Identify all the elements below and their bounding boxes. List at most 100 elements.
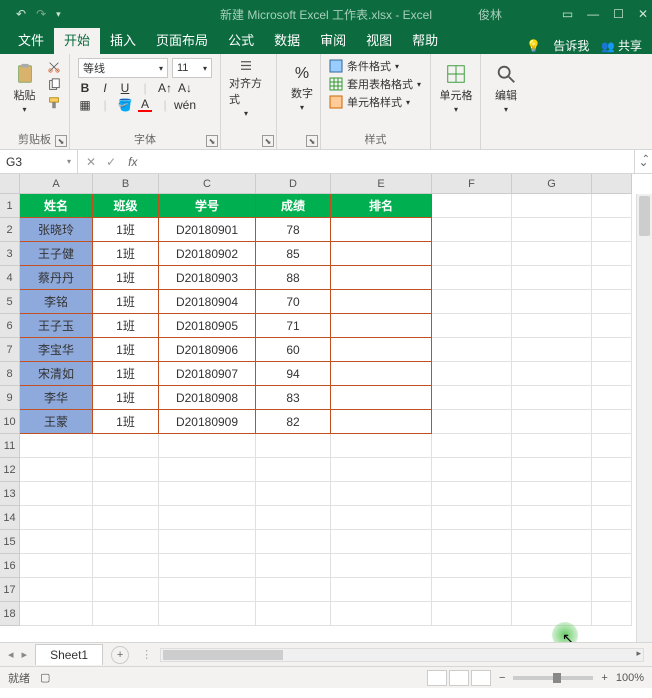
- cell-rank[interactable]: [331, 242, 432, 266]
- cell[interactable]: [432, 362, 512, 386]
- cell-class[interactable]: 1班: [93, 218, 159, 242]
- font-launcher[interactable]: ⬊: [206, 135, 218, 147]
- cell[interactable]: [512, 578, 592, 602]
- cell[interactable]: [256, 602, 331, 626]
- cell-id[interactable]: D20180903: [159, 266, 256, 290]
- tab-help[interactable]: 帮助: [402, 25, 448, 54]
- col-header-C[interactable]: C: [159, 174, 256, 194]
- cell[interactable]: [20, 458, 93, 482]
- col-header-E[interactable]: E: [331, 174, 432, 194]
- tab-data[interactable]: 数据: [264, 25, 310, 54]
- cell[interactable]: [20, 602, 93, 626]
- cell[interactable]: [256, 554, 331, 578]
- cell[interactable]: [331, 482, 432, 506]
- align-launcher[interactable]: ⬊: [262, 135, 274, 147]
- cell[interactable]: [512, 506, 592, 530]
- cell[interactable]: [159, 554, 256, 578]
- table-header[interactable]: 学号: [159, 194, 256, 218]
- cell-class[interactable]: 1班: [93, 386, 159, 410]
- fx-icon[interactable]: fx: [124, 155, 141, 169]
- cell[interactable]: [256, 434, 331, 458]
- cell[interactable]: [592, 554, 632, 578]
- cell[interactable]: [93, 530, 159, 554]
- tab-insert[interactable]: 插入: [100, 25, 146, 54]
- cell[interactable]: [20, 506, 93, 530]
- phonetic-button[interactable]: wén: [178, 98, 192, 112]
- cell-rank[interactable]: [331, 410, 432, 434]
- increase-font-icon[interactable]: A↑: [158, 81, 172, 95]
- cell[interactable]: [592, 290, 632, 314]
- cell[interactable]: [432, 578, 512, 602]
- ribbon-options-icon[interactable]: ▭: [562, 7, 573, 21]
- alignment-button[interactable]: 对齐方式 ▾: [229, 58, 263, 118]
- cell-score[interactable]: 85: [256, 242, 331, 266]
- cell[interactable]: [432, 434, 512, 458]
- format-painter-icon[interactable]: [47, 96, 61, 110]
- cell[interactable]: [592, 434, 632, 458]
- row-header[interactable]: 8: [0, 362, 20, 386]
- copy-icon[interactable]: [47, 78, 61, 92]
- cell[interactable]: [432, 386, 512, 410]
- cell[interactable]: [256, 530, 331, 554]
- row-header[interactable]: 17: [0, 578, 20, 602]
- zoom-in-button[interactable]: +: [601, 672, 607, 684]
- cell[interactable]: [592, 410, 632, 434]
- qat-dropdown-icon[interactable]: ▾: [56, 9, 61, 20]
- worksheet-grid[interactable]: ABCDEFG1姓名班级学号成绩排名2张晓玲1班D20180901783王子健1…: [0, 174, 652, 642]
- cell[interactable]: [93, 554, 159, 578]
- cell-rank[interactable]: [331, 362, 432, 386]
- cell[interactable]: [20, 554, 93, 578]
- cell[interactable]: [512, 386, 592, 410]
- cell[interactable]: [432, 482, 512, 506]
- cell-id[interactable]: D20180905: [159, 314, 256, 338]
- cell-class[interactable]: 1班: [93, 290, 159, 314]
- row-header[interactable]: 16: [0, 554, 20, 578]
- cell[interactable]: [331, 554, 432, 578]
- cell[interactable]: [432, 266, 512, 290]
- cell[interactable]: [93, 506, 159, 530]
- cell[interactable]: [159, 530, 256, 554]
- row-header[interactable]: 13: [0, 482, 20, 506]
- cell-class[interactable]: 1班: [93, 314, 159, 338]
- cell-name[interactable]: 王蒙: [20, 410, 93, 434]
- font-color-button[interactable]: A: [138, 98, 152, 112]
- enter-formula-icon[interactable]: ✓: [106, 155, 116, 169]
- cell[interactable]: [159, 482, 256, 506]
- formula-input[interactable]: [141, 150, 634, 173]
- cell[interactable]: [592, 578, 632, 602]
- add-sheet-button[interactable]: +: [111, 646, 129, 664]
- cell[interactable]: [432, 410, 512, 434]
- cell[interactable]: [592, 506, 632, 530]
- cell[interactable]: [159, 578, 256, 602]
- cell-name[interactable]: 宋清如: [20, 362, 93, 386]
- cell-id[interactable]: D20180901: [159, 218, 256, 242]
- tab-formulas[interactable]: 公式: [218, 25, 264, 54]
- cell[interactable]: [256, 458, 331, 482]
- page-layout-view-button[interactable]: [449, 670, 469, 686]
- row-header[interactable]: 12: [0, 458, 20, 482]
- cell[interactable]: [432, 506, 512, 530]
- sheet-tab-1[interactable]: Sheet1: [35, 644, 103, 665]
- row-header[interactable]: 2: [0, 218, 20, 242]
- cell[interactable]: [592, 362, 632, 386]
- cell[interactable]: [512, 290, 592, 314]
- col-header-D[interactable]: D: [256, 174, 331, 194]
- cell[interactable]: [592, 266, 632, 290]
- cell-id[interactable]: D20180902: [159, 242, 256, 266]
- cell[interactable]: [93, 434, 159, 458]
- tab-home[interactable]: 开始: [54, 25, 100, 54]
- normal-view-button[interactable]: [427, 670, 447, 686]
- cell-class[interactable]: 1班: [93, 362, 159, 386]
- close-icon[interactable]: ✕: [638, 7, 648, 21]
- row-header[interactable]: 14: [0, 506, 20, 530]
- cell[interactable]: [512, 458, 592, 482]
- row-header[interactable]: 9: [0, 386, 20, 410]
- cell[interactable]: [512, 410, 592, 434]
- cell[interactable]: [20, 578, 93, 602]
- maximize-icon[interactable]: ☐: [613, 7, 624, 21]
- paste-button[interactable]: 粘贴 ▾: [8, 58, 41, 118]
- cell-name[interactable]: 李华: [20, 386, 93, 410]
- zoom-slider[interactable]: [513, 676, 593, 680]
- cut-icon[interactable]: [47, 60, 61, 74]
- cell-id[interactable]: D20180904: [159, 290, 256, 314]
